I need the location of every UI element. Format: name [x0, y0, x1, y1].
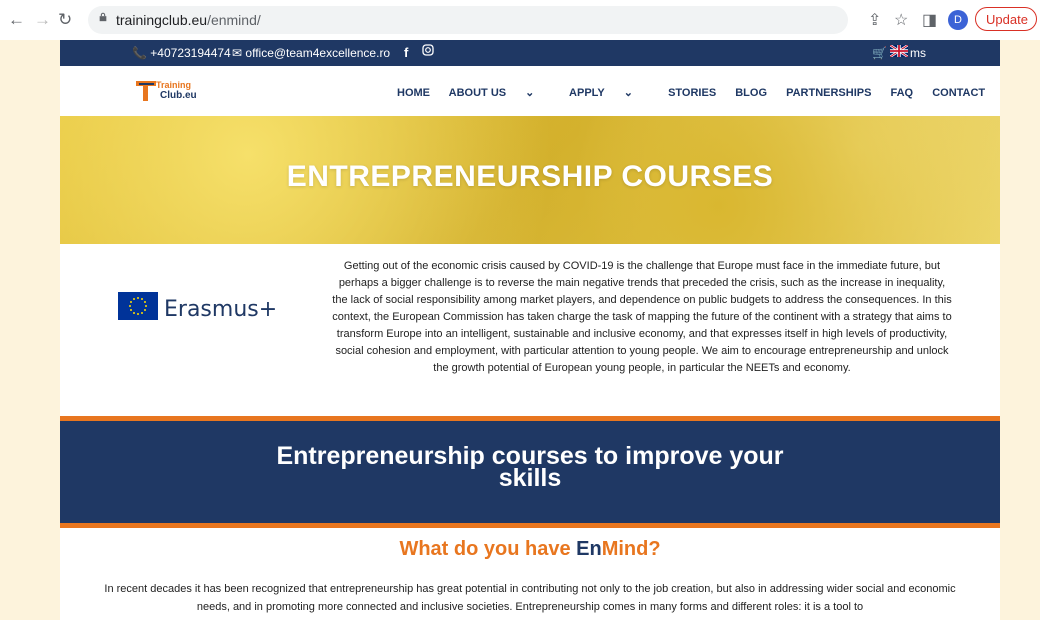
- avatar[interactable]: D: [948, 10, 968, 30]
- background-right: [1000, 40, 1040, 620]
- email-link[interactable]: ✉ office@team4excellence.ro: [232, 46, 390, 60]
- browser-toolbar: ← → ↻ trainingclub.eu/enmind/ ⇪ ☆ ◨ D Up…: [0, 0, 1040, 41]
- address-bar[interactable]: trainingclub.eu/enmind/: [88, 6, 848, 34]
- enmind-prefix: What do you have: [399, 538, 577, 560]
- enmind-heading: What do you have EnMind?: [60, 538, 1000, 561]
- nav-apply-label: APPLY: [569, 87, 605, 99]
- hero-banner: ENTREPRENEURSHIP COURSES: [60, 116, 1000, 244]
- chevron-down-icon: ⌄: [525, 87, 535, 99]
- nav-contact[interactable]: CONTACT: [932, 87, 985, 99]
- intro-text: Getting out of the economic crisis cause…: [332, 260, 952, 374]
- main-navigation: Training Club.eu HOME ABOUT US ⌄ APPLY ⌄…: [60, 66, 1000, 117]
- enmind-suffix: Mind?: [601, 538, 661, 560]
- uk-flag-icon[interactable]: [889, 44, 909, 60]
- web-page: 📞 +40723194474 ✉ office@team4excellence.…: [60, 40, 1000, 620]
- intro-section: Erasmus+ Getting out of the economic cri…: [60, 244, 1000, 416]
- top-info-bar: 📞 +40723194474 ✉ office@team4excellence.…: [60, 40, 1000, 66]
- erasmus-label: Erasmus+: [164, 297, 278, 322]
- mail-icon: ✉: [232, 46, 243, 60]
- nav-faq[interactable]: FAQ: [891, 87, 914, 99]
- sidepanel-icon[interactable]: ◨: [922, 10, 937, 30]
- facebook-icon[interactable]: f: [404, 45, 408, 60]
- url-path: /enmind/: [207, 12, 261, 28]
- nav-apply[interactable]: APPLY ⌄: [569, 87, 649, 99]
- eu-flag-icon: [118, 292, 158, 320]
- instagram-icon[interactable]: [422, 44, 434, 59]
- nav-blog[interactable]: BLOG: [735, 87, 767, 99]
- background-left: [0, 40, 60, 620]
- share-icon[interactable]: ⇪: [868, 10, 881, 30]
- logo-line-1: Training: [156, 80, 192, 90]
- nav-partnerships[interactable]: PARTNERSHIPS: [786, 87, 871, 99]
- chevron-down-icon: ⌄: [623, 87, 633, 99]
- logo-line-2: Club.eu: [160, 90, 197, 101]
- divider-bottom: [60, 523, 1000, 528]
- update-button[interactable]: Update: [975, 7, 1037, 31]
- nav-about[interactable]: ABOUT US ⌄: [449, 87, 551, 99]
- courses-heading-line-2: skills: [498, 464, 562, 492]
- courses-heading: Entrepreneurship courses to improve your…: [60, 444, 1000, 492]
- site-logo[interactable]: Training Club.eu: [134, 78, 204, 104]
- enmind-text: In recent decades it has been recognized…: [104, 583, 956, 613]
- email-address: office@team4excellence.ro: [245, 46, 391, 60]
- url-domain: trainingclub.eu: [116, 12, 208, 28]
- star-icon[interactable]: ☆: [894, 10, 908, 30]
- reload-icon[interactable]: ↻: [58, 10, 72, 30]
- back-icon[interactable]: ←: [8, 10, 25, 30]
- nav-home[interactable]: HOME: [397, 87, 430, 99]
- lock-icon: [99, 12, 107, 22]
- cart-label: ms: [910, 46, 926, 60]
- cart-icon[interactable]: 🛒: [872, 46, 887, 60]
- nav-about-label: ABOUT US: [448, 87, 507, 99]
- nav-stories[interactable]: STORIES: [668, 87, 716, 99]
- nav-links: HOME ABOUT US ⌄ APPLY ⌄ STORIES BLOG PAR…: [397, 84, 1000, 99]
- phone-icon: 📞: [132, 46, 147, 60]
- courses-banner: Entrepreneurship courses to improve your…: [60, 421, 1000, 523]
- enmind-highlight: En: [576, 538, 602, 560]
- phone-link[interactable]: 📞 +40723194474: [132, 46, 231, 60]
- forward-icon[interactable]: →: [34, 10, 51, 30]
- url-text: trainingclub.eu/enmind/: [116, 12, 261, 28]
- phone-number: +40723194474: [150, 46, 231, 60]
- hero-title: ENTREPRENEURSHIP COURSES: [286, 160, 774, 193]
